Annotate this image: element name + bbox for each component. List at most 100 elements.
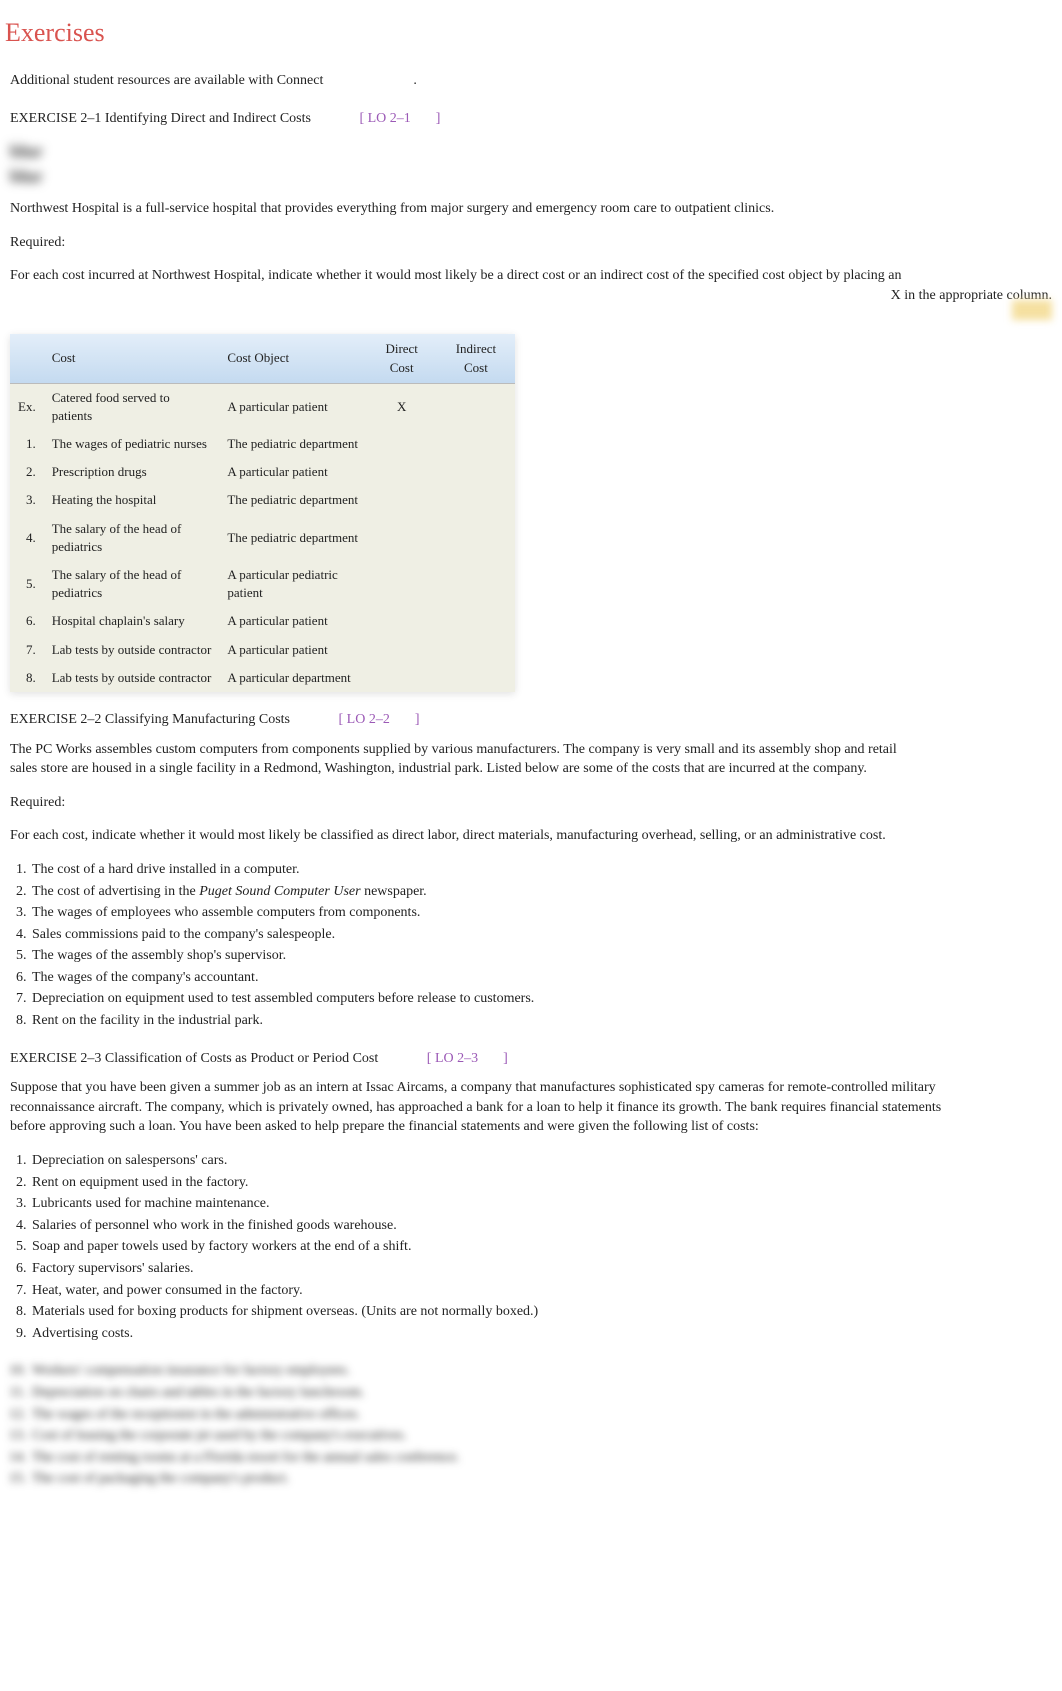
list-item: Depreciation on equipment used to test a… <box>30 989 1052 1009</box>
exercise-3-description: Suppose that you have been given a summe… <box>10 1078 950 1137</box>
table-row: 3.Heating the hospitalThe pediatric depa… <box>10 486 515 514</box>
row-cost: Lab tests by outside contractor <box>44 636 220 664</box>
list-item: The wages of employees who assemble comp… <box>30 903 1052 923</box>
list-item-blurred: The cost of renting rooms at a Florida r… <box>30 1448 1052 1468</box>
row-cost-object: A particular pediatric patient <box>219 561 366 607</box>
row-cost: Prescription drugs <box>44 458 220 486</box>
lo-tag-1: [ LO 2–1] <box>359 111 440 126</box>
list-item: Lubricants used for machine maintenance. <box>30 1194 1052 1214</box>
row-indirect <box>437 515 515 561</box>
list-item-blurred: Cost of leasing the corporate jet used b… <box>30 1426 1052 1446</box>
row-number: 1. <box>10 430 44 458</box>
table-row: 6.Hospital chaplain's salaryA particular… <box>10 607 515 635</box>
exercise-2-required-text: For each cost, indicate whether it would… <box>10 826 1052 846</box>
exercise-2-list: The cost of a hard drive installed in a … <box>30 860 1052 1031</box>
row-cost-object: The pediatric department <box>219 515 366 561</box>
table-row: 8.Lab tests by outside contractorA parti… <box>10 664 515 692</box>
exercise-1-title: EXERCISE 2–1 Identifying Direct and Indi… <box>10 109 1052 129</box>
exercise-1-required-text: For each cost incurred at Northwest Hosp… <box>10 266 1052 286</box>
list-item-blurred: The wages of the receptionist in the adm… <box>30 1405 1052 1425</box>
row-direct <box>367 664 437 692</box>
exercise-2-title: EXERCISE 2–2 Classifying Manufacturing C… <box>10 710 1052 730</box>
list-item: Materials used for boxing products for s… <box>30 1302 1052 1322</box>
list-item: The wages of the company's accountant. <box>30 968 1052 988</box>
list-item: Salaries of personnel who work in the fi… <box>30 1216 1052 1236</box>
row-cost: The salary of the head of pediatrics <box>44 515 220 561</box>
list-item-blurred: Workers' compensation insurance for fact… <box>30 1361 1052 1381</box>
row-indirect <box>437 636 515 664</box>
table-row: 7.Lab tests by outside contractorA parti… <box>10 636 515 664</box>
row-number: 5. <box>10 561 44 607</box>
row-direct <box>367 607 437 635</box>
row-number: 7. <box>10 636 44 664</box>
list-item: Advertising costs. <box>30 1324 1052 1344</box>
list-item: Soap and paper towels used by factory wo… <box>30 1237 1052 1257</box>
row-direct <box>367 458 437 486</box>
list-item-blurred: The cost of packaging the company's prod… <box>30 1469 1052 1489</box>
header-cost: Cost <box>44 334 220 383</box>
list-item: Heat, water, and power consumed in the f… <box>30 1281 1052 1301</box>
row-cost-object: The pediatric department <box>219 486 366 514</box>
exercise-2-description: The PC Works assembles custom computers … <box>10 740 910 779</box>
row-cost: Hospital chaplain's salary <box>44 607 220 635</box>
exercise-3-name: EXERCISE 2–3 Classification of Costs as … <box>10 1051 378 1066</box>
row-number: 2. <box>10 458 44 486</box>
exercise-3-blurred-list: Workers' compensation insurance for fact… <box>30 1361 1052 1489</box>
row-direct <box>367 636 437 664</box>
table-header-row: Cost Cost Object Direct Cost Indirect Co… <box>10 334 515 383</box>
row-number: 6. <box>10 607 44 635</box>
table-row: 4.The salary of the head of pediatricsTh… <box>10 515 515 561</box>
list-item: The cost of a hard drive installed in a … <box>30 860 1052 880</box>
row-direct: X <box>367 383 437 430</box>
header-indirect: Indirect Cost <box>437 334 515 383</box>
row-indirect <box>437 607 515 635</box>
row-cost: Catered food served to patients <box>44 383 220 430</box>
lo-tag-2: [ LO 2–2] <box>339 712 420 727</box>
cost-table: Cost Cost Object Direct Cost Indirect Co… <box>10 334 515 692</box>
lo-tag-3: [ LO 2–3] <box>427 1051 508 1066</box>
list-item-blurred: Depreciation on chairs and tables in the… <box>30 1383 1052 1403</box>
blurred-tag-1: blurblur <box>10 139 43 189</box>
row-indirect <box>437 458 515 486</box>
row-cost-object: The pediatric department <box>219 430 366 458</box>
row-indirect <box>437 486 515 514</box>
row-cost-object: A particular patient <box>219 383 366 430</box>
row-indirect <box>437 430 515 458</box>
row-cost-object: A particular patient <box>219 636 366 664</box>
intro-label: Additional student resources are availab… <box>10 73 323 88</box>
blurred-side-tag <box>1012 300 1052 320</box>
row-direct <box>367 486 437 514</box>
row-number: 4. <box>10 515 44 561</box>
row-direct <box>367 515 437 561</box>
list-item: Rent on the facility in the industrial p… <box>30 1011 1052 1031</box>
page-heading: Exercises <box>5 15 1052 51</box>
row-indirect <box>437 664 515 692</box>
header-direct: Direct Cost <box>367 334 437 383</box>
table-row: 2.Prescription drugsA particular patient <box>10 458 515 486</box>
list-item: Factory supervisors' salaries. <box>30 1259 1052 1279</box>
row-direct <box>367 561 437 607</box>
row-number: 8. <box>10 664 44 692</box>
intro-text: Additional student resources are availab… <box>10 71 1052 91</box>
list-item: Rent on equipment used in the factory. <box>30 1173 1052 1193</box>
required-label-2: Required: <box>10 793 1052 813</box>
table-row: Ex.Catered food served to patientsA part… <box>10 383 515 430</box>
list-item: Depreciation on salespersons' cars. <box>30 1151 1052 1171</box>
row-direct <box>367 430 437 458</box>
list-item: Sales commissions paid to the company's … <box>30 925 1052 945</box>
row-indirect <box>437 561 515 607</box>
row-number: 3. <box>10 486 44 514</box>
header-cost-object: Cost Object <box>219 334 366 383</box>
row-number: Ex. <box>10 383 44 430</box>
exercise-1-description: Northwest Hospital is a full-service hos… <box>10 199 860 219</box>
table-row: 1.The wages of pediatric nursesThe pedia… <box>10 430 515 458</box>
row-cost: Heating the hospital <box>44 486 220 514</box>
intro-period: . <box>413 73 417 88</box>
list-item: The wages of the assembly shop's supervi… <box>30 946 1052 966</box>
exercise-2-name: EXERCISE 2–2 Classifying Manufacturing C… <box>10 712 290 727</box>
row-cost: The wages of pediatric nurses <box>44 430 220 458</box>
row-cost: The salary of the head of pediatrics <box>44 561 220 607</box>
row-indirect <box>437 383 515 430</box>
row-cost: Lab tests by outside contractor <box>44 664 220 692</box>
exercise-3-title: EXERCISE 2–3 Classification of Costs as … <box>10 1049 1052 1069</box>
